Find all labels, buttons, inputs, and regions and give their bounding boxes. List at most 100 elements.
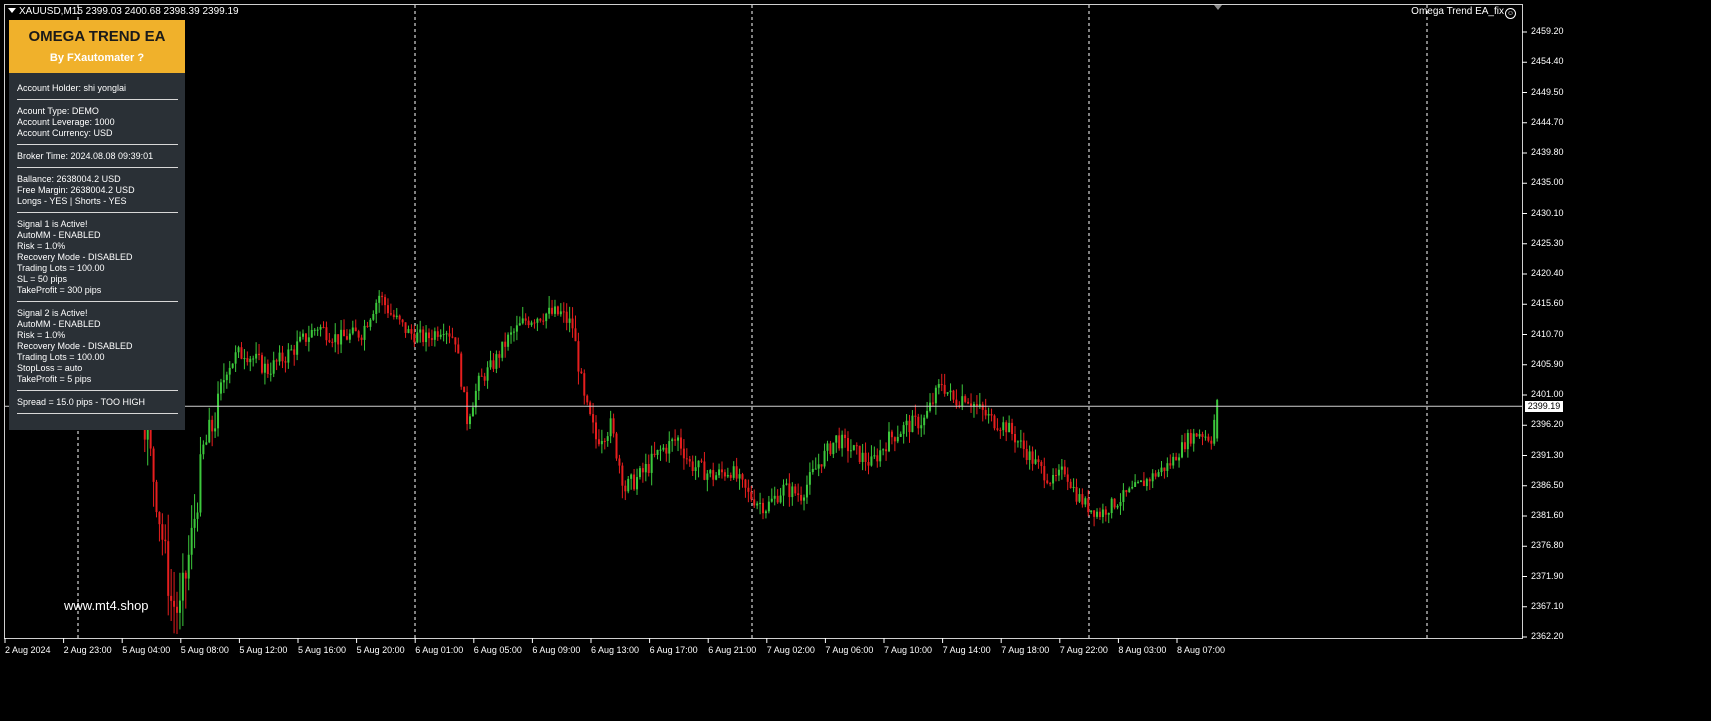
candle-body	[1075, 486, 1078, 502]
candle-body	[492, 360, 495, 369]
candle-body	[263, 363, 266, 373]
candle-body	[372, 313, 375, 320]
panel-section: Signal 2 is Active! AutoMM - ENABLED Risk …	[17, 308, 178, 391]
candle-body	[1008, 422, 1011, 433]
candle-body	[1110, 498, 1113, 514]
candle-body	[606, 436, 609, 441]
candle-body	[363, 325, 366, 340]
candle-body	[1183, 442, 1186, 450]
candle-body	[199, 454, 202, 513]
price-tick-label: 2459.20	[1531, 26, 1564, 36]
candle-body	[776, 495, 779, 503]
candle-body	[310, 329, 313, 338]
time-tick-label: 5 Aug 04:00	[122, 645, 171, 655]
candle-body	[471, 407, 474, 417]
candle-body	[788, 483, 791, 498]
candle-body	[252, 358, 255, 360]
candle-body	[694, 467, 697, 471]
time-tick-label: 6 Aug 05:00	[473, 645, 522, 655]
candle-body	[469, 416, 472, 425]
candle-body	[1122, 490, 1125, 503]
candle-body	[1081, 494, 1084, 505]
candle-body	[1078, 494, 1081, 502]
candle-body	[873, 455, 876, 457]
chevron-down-icon[interactable]	[8, 8, 16, 13]
candle-body	[1016, 441, 1019, 443]
candle-body	[477, 375, 480, 391]
candle-body	[844, 434, 847, 439]
candle-body	[1043, 466, 1046, 481]
candle-body	[1213, 419, 1216, 444]
candle-body	[1031, 451, 1034, 464]
candle-body	[1134, 482, 1137, 487]
panel-line: Ballance: 2638004.2 USD	[17, 174, 121, 184]
candle-body	[595, 422, 597, 440]
candle-body	[501, 341, 504, 358]
price-tick-label: 2376.80	[1531, 540, 1564, 551]
candle-body	[1210, 440, 1213, 444]
candle-body	[351, 327, 354, 334]
candle-body	[1151, 473, 1154, 482]
candle-body	[864, 452, 867, 463]
time-tick-label: 7 Aug 06:00	[825, 645, 874, 655]
chart-shift-marker-icon[interactable]	[1214, 5, 1222, 10]
candle-body	[826, 443, 829, 451]
candle-body	[392, 314, 395, 318]
candle-body	[521, 318, 524, 324]
candle-body	[278, 352, 281, 362]
candle-body	[1160, 467, 1163, 473]
candle-body	[178, 600, 181, 613]
candle-body	[325, 327, 328, 341]
price-tick-label: 2420.40	[1531, 268, 1564, 278]
candle-body	[319, 326, 322, 330]
candle-body	[425, 332, 428, 343]
candle-body	[803, 497, 806, 501]
candle-body	[498, 354, 501, 358]
ea-label[interactable]: Omega Trend EA_fix ☺	[1411, 6, 1516, 19]
candle-body	[876, 455, 879, 462]
candle-body	[551, 307, 554, 314]
candle-body	[1175, 456, 1178, 461]
candle-body	[354, 327, 357, 332]
price-tick-label: 2405.90	[1531, 358, 1564, 369]
panel-line: Trading Lots = 100.00	[17, 352, 105, 362]
panel-line: AutoMM - ENABLED	[17, 230, 101, 240]
candle-body	[867, 462, 870, 466]
candlestick-chart[interactable]	[0, 0, 1711, 721]
candle-body	[583, 373, 586, 396]
candle-body	[1098, 511, 1101, 518]
candle-body	[697, 460, 700, 468]
candle-body	[427, 332, 430, 339]
panel-section: Account Holder: shi yonglai	[17, 83, 178, 100]
candle-body	[512, 331, 515, 333]
candle-body	[744, 479, 747, 488]
candle-body	[1107, 513, 1110, 515]
candle-body	[767, 501, 770, 512]
candle-body	[483, 376, 486, 381]
candle-body	[196, 512, 199, 519]
candle-body	[949, 390, 952, 393]
candle-body	[369, 319, 372, 327]
candle-body	[630, 474, 633, 479]
candle-body	[1189, 432, 1192, 444]
candle-body	[524, 318, 527, 321]
panel-line: SL = 50 pips	[17, 274, 67, 284]
candle-body	[662, 447, 665, 450]
candle-body	[981, 404, 984, 410]
candle-body	[272, 360, 275, 374]
time-tick-label: 5 Aug 16:00	[298, 645, 347, 655]
candle-body	[474, 390, 477, 408]
candle-body	[726, 475, 729, 477]
candle-body	[1072, 486, 1075, 489]
candle-body	[914, 415, 917, 417]
candle-body	[718, 469, 721, 476]
candle-body	[688, 459, 691, 462]
candle-body	[1093, 510, 1096, 517]
candle-body	[990, 414, 993, 416]
candle-body	[571, 318, 574, 329]
candle-body	[378, 295, 381, 303]
panel-line: Trading Lots = 100.00	[17, 263, 105, 273]
candle-body	[911, 415, 914, 433]
candle-body	[419, 329, 422, 333]
price-tick-label: 2367.10	[1531, 600, 1564, 611]
